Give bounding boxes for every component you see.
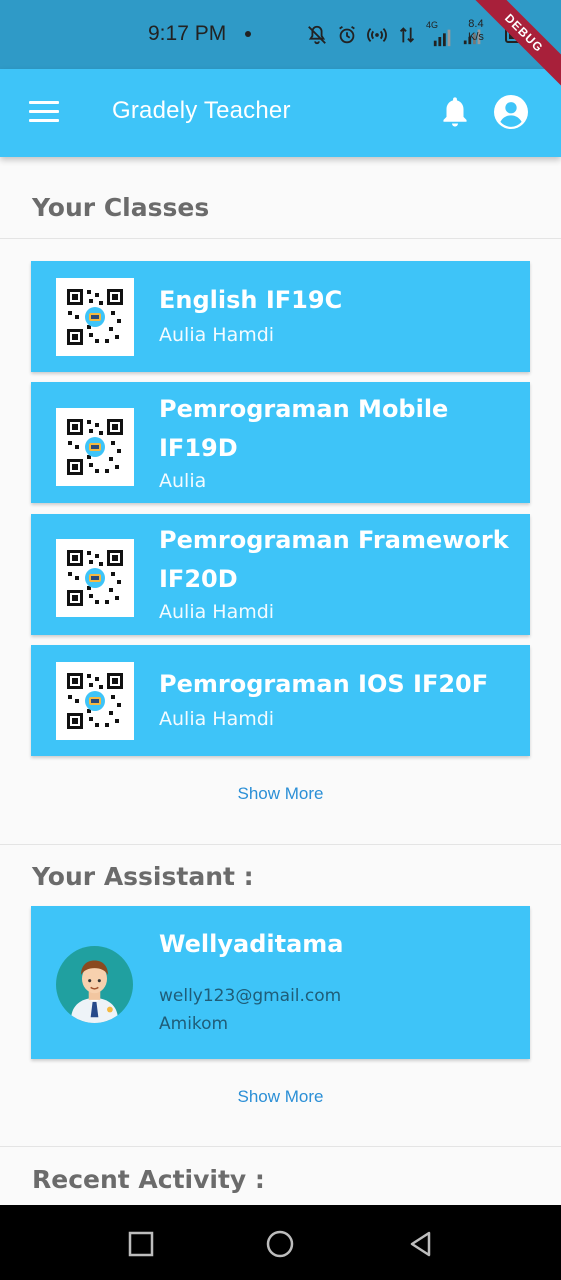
class-qr-icon: [56, 662, 134, 740]
class-card[interactable]: Pemrograman IOS IF20F Aulia Hamdi: [31, 645, 530, 756]
class-card[interactable]: English IF19C Aulia Hamdi: [31, 261, 530, 372]
class-qr-icon: [56, 278, 134, 356]
recents-square-icon[interactable]: [126, 1229, 156, 1259]
class-teacher: Aulia Hamdi: [159, 601, 275, 623]
class-name: Pemrograman Mobile IF19D: [159, 395, 449, 462]
class-teacher: Aulia Hamdi: [159, 708, 275, 730]
classes-section-title: Your Classes: [32, 193, 210, 222]
assistant-card[interactable]: Wellyaditama welly123@gmail.com Amikom: [31, 906, 530, 1059]
net-speed-value: 8.4: [468, 18, 484, 30]
app-bar: Gradely Teacher: [0, 69, 561, 157]
account-icon[interactable]: [494, 95, 528, 129]
assistant-name: Wellyaditama: [159, 930, 344, 958]
back-triangle-icon[interactable]: [406, 1229, 436, 1259]
net-speed-unit: K/s: [468, 31, 484, 43]
alarm-icon: [339, 25, 355, 44]
class-qr-icon: [56, 408, 134, 486]
status-icons: 4G: [306, 20, 484, 50]
home-circle-icon[interactable]: [265, 1229, 295, 1259]
class-name: English IF19C: [159, 286, 343, 314]
assistant-avatar: [56, 946, 133, 1023]
status-time: 9:17 PM: [148, 22, 227, 45]
system-nav-bar: [0, 1205, 561, 1280]
divider: [0, 844, 561, 845]
divider: [0, 238, 561, 239]
show-more-assistant-button[interactable]: Show More: [0, 1087, 561, 1107]
class-name: Pemrograman Framework IF20D: [159, 526, 509, 593]
activity-section-title: Recent Activity :: [32, 1165, 265, 1194]
class-card[interactable]: Pemrograman Framework IF20D Aulia Hamdi: [31, 514, 530, 635]
class-name: Pemrograman IOS IF20F: [159, 670, 489, 698]
class-qr-icon: [56, 539, 134, 617]
menu-icon[interactable]: [29, 101, 59, 123]
assistant-organization: Amikom: [159, 1014, 229, 1034]
hotspot-icon: [367, 27, 387, 43]
assistant-email: welly123@gmail.com: [159, 986, 342, 1006]
data-arrows-icon: [399, 27, 415, 43]
class-teacher: Aulia: [159, 470, 207, 492]
class-card[interactable]: Pemrograman Mobile IF19D Aulia: [31, 382, 530, 503]
divider: [0, 1146, 561, 1147]
net-speed: 8.4 K/s: [468, 18, 484, 44]
dnd-off-icon: [308, 25, 326, 45]
signal-icon: 4G: [426, 20, 454, 47]
class-teacher: Aulia Hamdi: [159, 324, 275, 346]
app-title: Gradely Teacher: [112, 97, 291, 124]
bell-icon[interactable]: [440, 95, 470, 129]
notification-dot: [245, 31, 251, 37]
status-bar: 9:17 PM 4G 8.4 K/s: [0, 0, 561, 69]
assistant-section-title: Your Assistant :: [32, 862, 254, 891]
show-more-classes-button[interactable]: Show More: [0, 784, 561, 804]
